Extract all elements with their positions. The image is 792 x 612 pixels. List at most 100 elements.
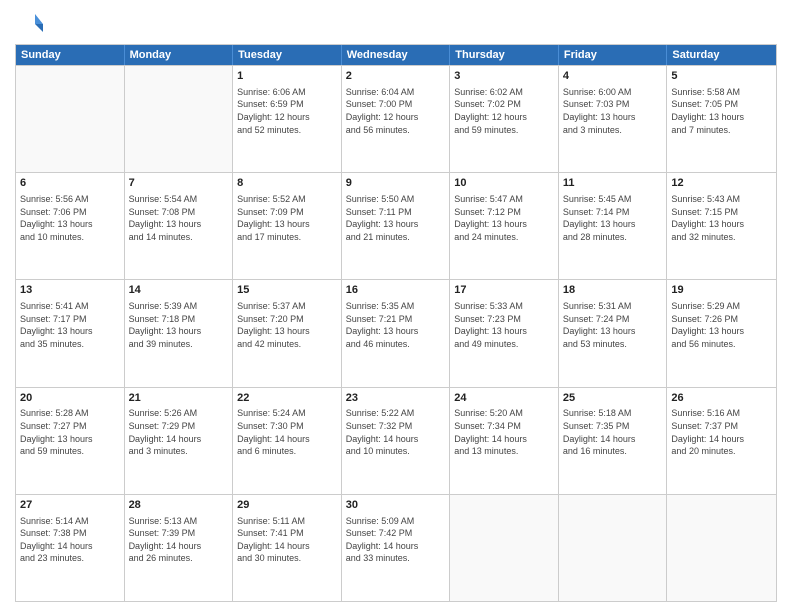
header-day-monday: Monday: [125, 45, 234, 65]
day-info: Sunrise: 6:04 AMSunset: 7:00 PMDaylight:…: [346, 86, 446, 136]
day-info: Sunrise: 5:14 AMSunset: 7:38 PMDaylight:…: [20, 515, 120, 565]
day-cell-9: 9 Sunrise: 5:50 AMSunset: 7:11 PMDaylight…: [342, 173, 451, 279]
header-day-thursday: Thursday: [450, 45, 559, 65]
day-info: Sunrise: 5:16 AMSunset: 7:37 PMDaylight:…: [671, 407, 772, 457]
day-number: 12: [671, 176, 772, 191]
day-number: 4: [563, 69, 663, 84]
day-number: 19: [671, 283, 772, 298]
calendar-body: 1 Sunrise: 6:06 AMSunset: 6:59 PMDaylight…: [16, 65, 776, 601]
day-cell-3: 3 Sunrise: 6:02 AMSunset: 7:02 PMDaylight…: [450, 66, 559, 172]
day-cell-20: 20Sunrise: 5:28 AMSunset: 7:27 PMDayligh…: [16, 388, 125, 494]
day-info: Sunrise: 5:54 AMSunset: 7:08 PMDaylight:…: [129, 193, 229, 243]
page: SundayMondayTuesdayWednesdayThursdayFrid…: [0, 0, 792, 612]
day-info: Sunrise: 5:56 AMSunset: 7:06 PMDaylight:…: [20, 193, 120, 243]
logo: [15, 10, 47, 38]
day-info: Sunrise: 5:39 AMSunset: 7:18 PMDaylight:…: [129, 300, 229, 350]
header-day-wednesday: Wednesday: [342, 45, 451, 65]
day-cell-11: 11 Sunrise: 5:45 AMSunset: 7:14 PMDayligh…: [559, 173, 668, 279]
day-number: 14: [129, 283, 229, 298]
day-number: 10: [454, 176, 554, 191]
day-info: Sunrise: 5:18 AMSunset: 7:35 PMDaylight:…: [563, 407, 663, 457]
day-cell-15: 15Sunrise: 5:37 AMSunset: 7:20 PMDayligh…: [233, 280, 342, 386]
day-info: Sunrise: 5:31 AMSunset: 7:24 PMDaylight:…: [563, 300, 663, 350]
week-row-3: 13 Sunrise: 5:41 AMSunset: 7:17 PMDayligh…: [16, 279, 776, 386]
day-cell-25: 25Sunrise: 5:18 AMSunset: 7:35 PMDayligh…: [559, 388, 668, 494]
day-cell-8: 8 Sunrise: 5:52 AMSunset: 7:09 PMDaylight…: [233, 173, 342, 279]
day-number: 20: [20, 391, 120, 406]
day-number: 7: [129, 176, 229, 191]
day-number: 28: [129, 498, 229, 513]
header-day-friday: Friday: [559, 45, 668, 65]
week-row-1: 1 Sunrise: 6:06 AMSunset: 6:59 PMDaylight…: [16, 65, 776, 172]
day-number: 22: [237, 391, 337, 406]
day-cell-29: 29Sunrise: 5:11 AMSunset: 7:41 PMDayligh…: [233, 495, 342, 601]
day-number: 1: [237, 69, 337, 84]
header: [15, 10, 777, 38]
header-day-sunday: Sunday: [16, 45, 125, 65]
day-info: Sunrise: 6:06 AMSunset: 6:59 PMDaylight:…: [237, 86, 337, 136]
day-number: 21: [129, 391, 229, 406]
day-info: Sunrise: 5:52 AMSunset: 7:09 PMDaylight:…: [237, 193, 337, 243]
day-cell-12: 12 Sunrise: 5:43 AMSunset: 7:15 PMDayligh…: [667, 173, 776, 279]
day-number: 26: [671, 391, 772, 406]
day-info: Sunrise: 5:13 AMSunset: 7:39 PMDaylight:…: [129, 515, 229, 565]
day-info: Sunrise: 5:22 AMSunset: 7:32 PMDaylight:…: [346, 407, 446, 457]
week-row-5: 27 Sunrise: 5:14 AMSunset: 7:38 PMDayligh…: [16, 494, 776, 601]
empty-cell: [450, 495, 559, 601]
day-info: Sunrise: 5:29 AMSunset: 7:26 PMDaylight:…: [671, 300, 772, 350]
day-cell-23: 23Sunrise: 5:22 AMSunset: 7:32 PMDayligh…: [342, 388, 451, 494]
header-day-saturday: Saturday: [667, 45, 776, 65]
calendar-header: SundayMondayTuesdayWednesdayThursdayFrid…: [16, 45, 776, 65]
day-cell-1: 1 Sunrise: 6:06 AMSunset: 6:59 PMDaylight…: [233, 66, 342, 172]
day-info: Sunrise: 5:41 AMSunset: 7:17 PMDaylight:…: [20, 300, 120, 350]
day-cell-22: 22Sunrise: 5:24 AMSunset: 7:30 PMDayligh…: [233, 388, 342, 494]
day-number: 3: [454, 69, 554, 84]
day-number: 25: [563, 391, 663, 406]
day-number: 17: [454, 283, 554, 298]
day-info: Sunrise: 5:45 AMSunset: 7:14 PMDaylight:…: [563, 193, 663, 243]
day-cell-13: 13 Sunrise: 5:41 AMSunset: 7:17 PMDayligh…: [16, 280, 125, 386]
week-row-2: 6Sunrise: 5:56 AMSunset: 7:06 PMDaylight…: [16, 172, 776, 279]
day-info: Sunrise: 5:37 AMSunset: 7:20 PMDaylight:…: [237, 300, 337, 350]
calendar: SundayMondayTuesdayWednesdayThursdayFrid…: [15, 44, 777, 602]
day-info: Sunrise: 5:09 AMSunset: 7:42 PMDaylight:…: [346, 515, 446, 565]
empty-cell: [125, 66, 234, 172]
day-info: Sunrise: 5:47 AMSunset: 7:12 PMDaylight:…: [454, 193, 554, 243]
day-cell-18: 18Sunrise: 5:31 AMSunset: 7:24 PMDayligh…: [559, 280, 668, 386]
day-cell-26: 26Sunrise: 5:16 AMSunset: 7:37 PMDayligh…: [667, 388, 776, 494]
day-number: 24: [454, 391, 554, 406]
day-cell-24: 24Sunrise: 5:20 AMSunset: 7:34 PMDayligh…: [450, 388, 559, 494]
day-info: Sunrise: 5:35 AMSunset: 7:21 PMDaylight:…: [346, 300, 446, 350]
day-info: Sunrise: 5:11 AMSunset: 7:41 PMDaylight:…: [237, 515, 337, 565]
day-number: 16: [346, 283, 446, 298]
day-info: Sunrise: 5:20 AMSunset: 7:34 PMDaylight:…: [454, 407, 554, 457]
day-cell-21: 21Sunrise: 5:26 AMSunset: 7:29 PMDayligh…: [125, 388, 234, 494]
empty-cell: [667, 495, 776, 601]
day-number: 27: [20, 498, 120, 513]
day-cell-6: 6Sunrise: 5:56 AMSunset: 7:06 PMDaylight…: [16, 173, 125, 279]
empty-cell: [559, 495, 668, 601]
day-info: Sunrise: 5:58 AMSunset: 7:05 PMDaylight:…: [671, 86, 772, 136]
day-cell-27: 27 Sunrise: 5:14 AMSunset: 7:38 PMDayligh…: [16, 495, 125, 601]
day-number: 8: [237, 176, 337, 191]
day-number: 5: [671, 69, 772, 84]
logo-icon: [15, 10, 43, 38]
header-day-tuesday: Tuesday: [233, 45, 342, 65]
day-info: Sunrise: 6:02 AMSunset: 7:02 PMDaylight:…: [454, 86, 554, 136]
day-info: Sunrise: 5:43 AMSunset: 7:15 PMDaylight:…: [671, 193, 772, 243]
day-info: Sunrise: 5:28 AMSunset: 7:27 PMDaylight:…: [20, 407, 120, 457]
day-info: Sunrise: 5:50 AMSunset: 7:11 PMDaylight:…: [346, 193, 446, 243]
day-number: 13: [20, 283, 120, 298]
day-info: Sunrise: 5:26 AMSunset: 7:29 PMDaylight:…: [129, 407, 229, 457]
day-number: 11: [563, 176, 663, 191]
empty-cell: [16, 66, 125, 172]
day-number: 30: [346, 498, 446, 513]
day-cell-10: 10 Sunrise: 5:47 AMSunset: 7:12 PMDayligh…: [450, 173, 559, 279]
day-info: Sunrise: 6:00 AMSunset: 7:03 PMDaylight:…: [563, 86, 663, 136]
day-info: Sunrise: 5:33 AMSunset: 7:23 PMDaylight:…: [454, 300, 554, 350]
day-number: 9: [346, 176, 446, 191]
day-number: 2: [346, 69, 446, 84]
day-cell-4: 4 Sunrise: 6:00 AMSunset: 7:03 PMDaylight…: [559, 66, 668, 172]
day-number: 23: [346, 391, 446, 406]
day-cell-14: 14 Sunrise: 5:39 AMSunset: 7:18 PMDayligh…: [125, 280, 234, 386]
